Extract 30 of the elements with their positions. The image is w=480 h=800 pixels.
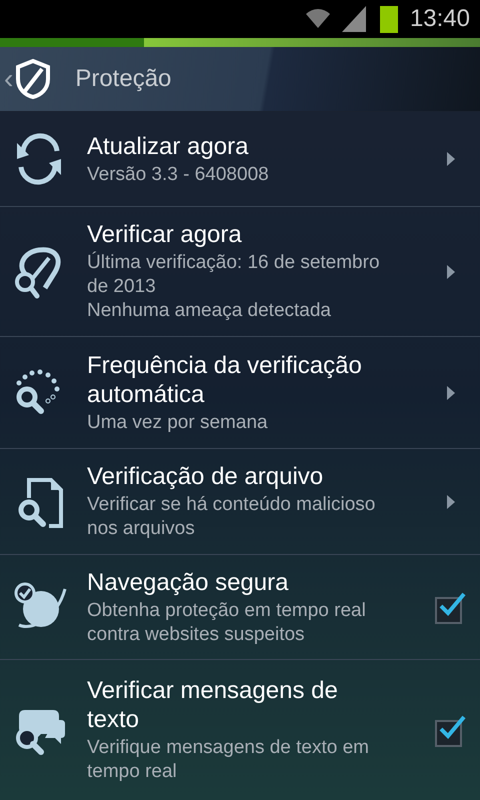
chevron-right-icon [447,386,455,400]
settings-item[interactable]: Navegação segura Obtenha proteção em tempo real contra websites suspeitos [0,555,480,660]
item-title: Frequência da verificação automática [87,350,363,408]
shield-icon [15,59,52,99]
settings-item[interactable]: Frequência da verificação automática Uma vez por semana [0,337,480,449]
settings-item[interactable]: Atualizar agora Versão 3.3 - 6408008 [0,112,480,207]
item-subtitle: Uma vez por semana [87,410,268,434]
item-subtitle: Verificar se há conteúdo malicioso nos arquivos [87,493,376,541]
screen-title: Proteção [75,64,172,94]
item-subtitle: Obtenha proteção em tempo real contra websites suspeitos [87,598,367,646]
item-title: Verificar mensagens de texto [87,676,339,734]
chevron-right-icon [447,264,455,278]
checkbox[interactable] [435,713,467,747]
clock: 13:40 [410,4,470,34]
settings-item[interactable]: Verificar agora Última verificação: 16 de setembro de 2013 Nenhuma ameaça detectada [0,207,480,337]
item-title: Navegação segura [87,568,288,596]
checkbox[interactable] [435,590,467,624]
back-button[interactable]: ‹ [4,59,52,99]
item-title: Atualizar agora [87,132,248,160]
item-subtitle: Verifique mensagens de texto em tempo real [87,736,370,784]
settings-item[interactable]: Verificar mensagens de texto Verifique mensagens de texto em tempo real [0,660,480,800]
chevron-right-icon [447,494,455,508]
item-title: Verificação de arquivo [87,462,324,491]
chevron-right-icon [447,152,455,166]
battery-icon [380,6,398,32]
signal-icon [340,6,368,32]
item-subtitle: Versão 3.3 - 6408008 [87,162,269,186]
item-title: Verificar agora [87,220,242,249]
settings-item[interactable]: Verificação de arquivo Verificar se há conteúdo malicioso nos arquivos [0,449,480,555]
item-subtitle: Última verificação: 16 de setembro de 2013 Nenhuma ameaça detectada [87,251,381,323]
